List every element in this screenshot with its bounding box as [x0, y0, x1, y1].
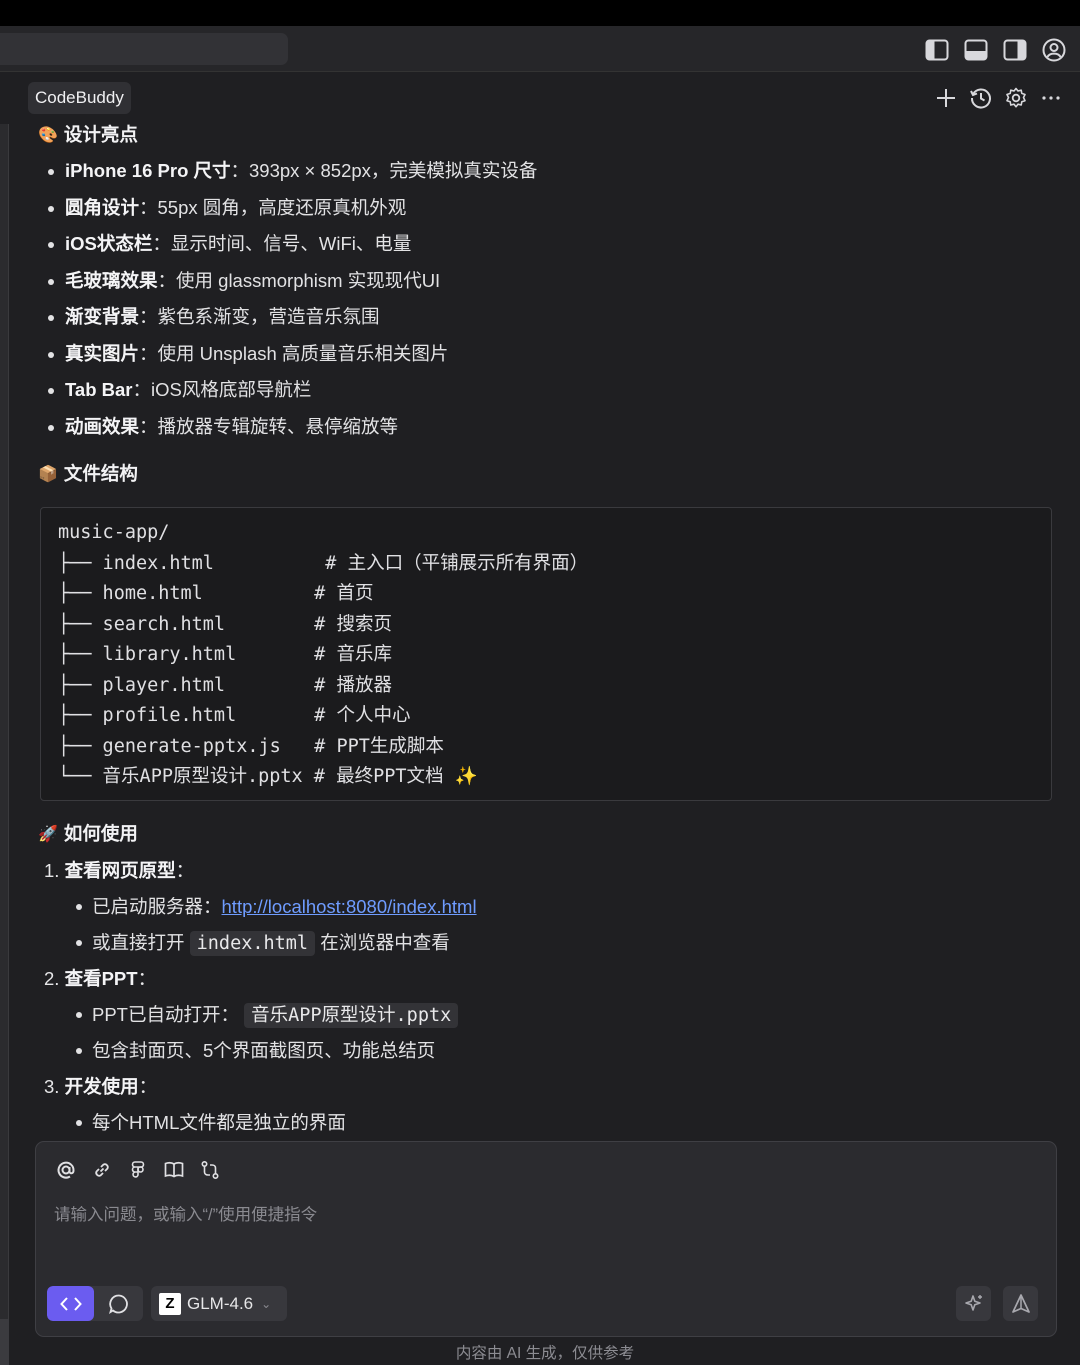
settings-gear-icon[interactable] [1003, 85, 1029, 111]
mention-at-icon[interactable] [54, 1158, 77, 1181]
list-item: PPT已自动打开： 音乐APP原型设计.pptx [38, 997, 1038, 1033]
section-title: 设计亮点 [63, 124, 138, 145]
section-heading-usage: 🚀 如何使用 [38, 822, 138, 846]
codebuddy-panel: CodeBuddy 🎨 设计亮点 iPhone 16 Pro 尺寸：393px … [10, 73, 1080, 1365]
git-diff-icon[interactable] [198, 1158, 221, 1181]
zhipu-logo-icon: Z [159, 1292, 181, 1315]
mode-switcher [47, 1286, 143, 1321]
file-structure-code-block[interactable]: music-app/ ├── index.html # 主入口（平铺展示所有界面… [40, 507, 1052, 801]
chevron-down-icon: ⌄ [261, 1296, 272, 1311]
toggle-secondary-sidebar-icon[interactable] [1002, 37, 1027, 62]
top-bar [0, 0, 1080, 26]
code-line: music-app/ [58, 522, 170, 543]
left-activity-strip [0, 124, 9, 1365]
enhance-prompt-button[interactable] [956, 1286, 991, 1321]
chat-input-placeholder[interactable]: 请输入问题，或输入“/”使用便捷指令 [54, 1201, 317, 1225]
toggle-panel-icon[interactable] [963, 37, 988, 62]
code-line: ├── index.html # 主入口（平铺展示所有界面） [58, 552, 589, 574]
input-toolbar [54, 1158, 221, 1181]
chat-mode-button[interactable] [94, 1286, 143, 1321]
more-actions-icon[interactable] [1038, 85, 1064, 111]
toggle-primary-sidebar-icon[interactable] [924, 37, 949, 62]
link-icon[interactable] [90, 1158, 113, 1181]
step-item: 1. 查看网页原型： 已启动服务器：http://localhost:8080/… [38, 853, 1038, 961]
knowledge-book-icon[interactable] [162, 1158, 185, 1181]
list-item: 包含封面页、5个界面截图页、功能总结页 [38, 1033, 1038, 1069]
inline-code: index.html [189, 931, 316, 956]
list-item: Tab Bar：iOS风格底部导航栏 [38, 372, 1038, 409]
design-highlights-list: iPhone 16 Pro 尺寸：393px × 852px，完美模拟真实设备 … [38, 153, 1038, 445]
new-chat-icon[interactable] [933, 85, 959, 111]
rocket-icon: 🚀 [38, 824, 58, 843]
code-line: └── 音乐APP原型设计.pptx # 最终PPT文档 ✨ [58, 766, 478, 787]
model-name: GLM-4.6 [187, 1293, 254, 1313]
panel-actions [933, 85, 1064, 111]
code-line: ├── generate-pptx.js # PPT生成脚本 [58, 735, 444, 757]
code-line: ├── home.html # 首页 [58, 583, 374, 604]
code-line: ├── library.html # 音乐库 [58, 644, 392, 665]
list-item: 渐变背景：紫色系渐变，营造音乐氛围 [38, 299, 1038, 336]
usage-steps-list: 1. 查看网页原型： 已启动服务器：http://localhost:8080/… [38, 853, 1038, 1138]
step-item: 2. 查看PPT： PPT已自动打开： 音乐APP原型设计.pptx 包含封面页… [38, 961, 1038, 1069]
figma-icon[interactable] [126, 1158, 149, 1181]
code-line: ├── search.html # 搜索页 [58, 613, 392, 635]
package-icon: 📦 [38, 464, 58, 483]
section-heading-files: 📦 文件结构 [38, 462, 138, 486]
chat-message-content: 🎨 设计亮点 iPhone 16 Pro 尺寸：393px × 852px，完美… [38, 121, 1054, 1138]
section-title: 文件结构 [63, 463, 138, 484]
list-item: iOS状态栏：显示时间、信号、WiFi、电量 [38, 226, 1038, 263]
list-item: 已启动服务器：http://localhost:8080/index.html [38, 889, 1038, 925]
craft-mode-button[interactable] [47, 1286, 94, 1321]
ai-disclaimer: 内容由 AI 生成，仅供参考 [455, 1345, 635, 1362]
localhost-link[interactable]: http://localhost:8080/index.html [222, 896, 477, 917]
code-line: ├── player.html # 播放器 [58, 674, 392, 696]
step-item: 3. 开发使用： 每个HTML文件都是独立的界面 [38, 1069, 1038, 1138]
list-item: 圆角设计：55px 圆角，高度还原真机外观 [38, 190, 1038, 227]
send-button[interactable] [1003, 1286, 1038, 1321]
panel-title[interactable]: CodeBuddy [28, 82, 131, 114]
list-item: 动画效果：播放器专辑旋转、悬停缩放等 [38, 409, 1038, 446]
command-center-input[interactable] [0, 33, 288, 65]
list-item: 毛玻璃效果：使用 glassmorphism 实现现代UI [38, 263, 1038, 300]
section-title: 如何使用 [63, 823, 138, 844]
history-icon[interactable] [968, 85, 994, 111]
list-item: 真实图片：使用 Unsplash 高质量音乐相关图片 [38, 336, 1038, 373]
list-item: iPhone 16 Pro 尺寸：393px × 852px，完美模拟真实设备 [38, 153, 1038, 190]
section-heading-design: 🎨 设计亮点 [38, 123, 138, 147]
account-icon[interactable] [1041, 37, 1066, 62]
code-line: ├── profile.html # 个人中心 [58, 705, 411, 726]
inline-code: 音乐APP原型设计.pptx [244, 1003, 459, 1028]
list-item: 每个HTML文件都是独立的界面 [38, 1105, 1038, 1138]
layout-controls [924, 37, 1066, 62]
strip-scroll-mark [0, 1319, 9, 1365]
list-item: 或直接打开 index.html 在浏览器中查看 [38, 925, 1038, 961]
model-selector[interactable]: Z GLM-4.6 ⌄ [151, 1286, 287, 1321]
palette-icon: 🎨 [38, 125, 58, 144]
chat-input-box[interactable]: 请输入问题，或输入“/”使用便捷指令 Z GLM-4.6 ⌄ [35, 1141, 1057, 1337]
title-bar [0, 26, 1080, 72]
